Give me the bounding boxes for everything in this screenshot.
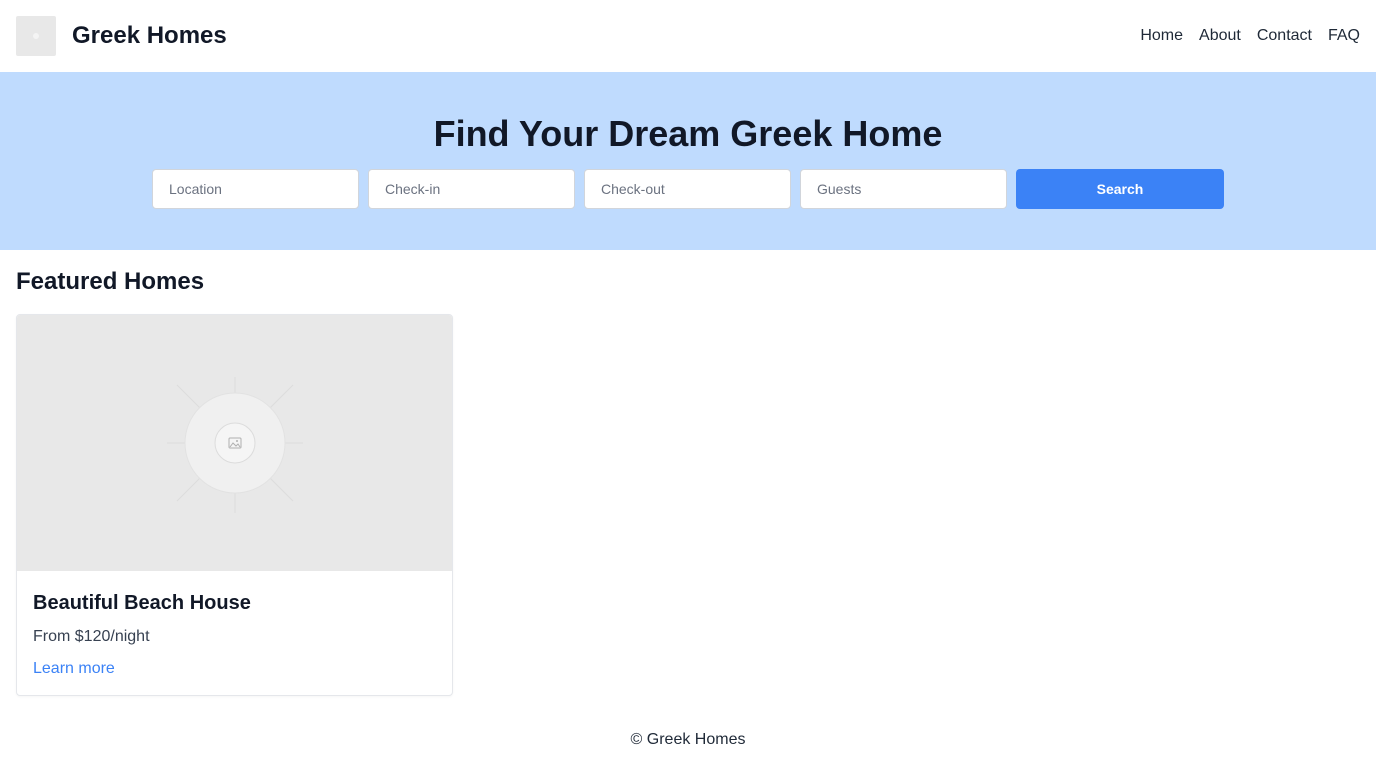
search-button[interactable]: Search (1016, 169, 1224, 209)
home-card: Beautiful Beach House From $120/night Le… (16, 314, 453, 696)
guests-input[interactable] (800, 169, 1007, 209)
hero-section: Find Your Dream Greek Home Search (0, 72, 1376, 250)
checkout-input[interactable] (584, 169, 791, 209)
search-form: Search (152, 169, 1224, 209)
checkin-input[interactable] (368, 169, 575, 209)
logo-icon[interactable] (16, 16, 56, 56)
image-placeholder-icon (167, 377, 303, 513)
learn-more-link[interactable]: Learn more (33, 657, 115, 681)
home-card-image[interactable] (17, 315, 452, 571)
home-card-title: Beautiful Beach House (33, 592, 251, 614)
hero-title: Find Your Dream Greek Home (433, 113, 943, 154)
brand-name[interactable]: Greek Homes (72, 20, 227, 52)
featured-homes-title: Featured Homes (16, 268, 205, 295)
home-card-price: From $120/night (33, 628, 150, 645)
main-nav: Home About Contact FAQ (1140, 24, 1360, 48)
nav-about-link[interactable]: About (1199, 24, 1241, 48)
nav-contact-link[interactable]: Contact (1257, 24, 1312, 48)
location-input[interactable] (152, 169, 359, 209)
nav-home-link[interactable]: Home (1140, 24, 1183, 48)
site-footer: © Greek Homes (630, 731, 746, 748)
site-header: Greek Homes Home About Contact FAQ (0, 0, 1376, 72)
nav-faq-link[interactable]: FAQ (1328, 24, 1360, 48)
